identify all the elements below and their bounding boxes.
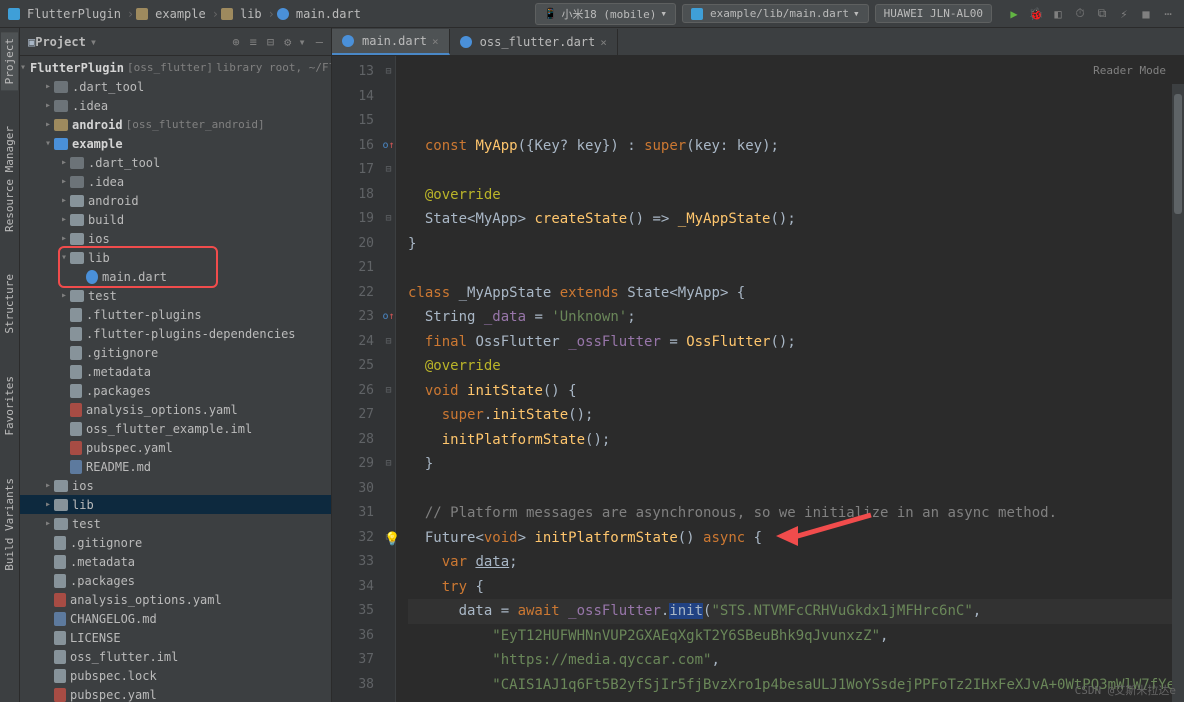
project-header: ▣ Project ▾ ⊕ ≡ ⊟ ⚙ ▾ — bbox=[20, 28, 331, 56]
hot-reload-button[interactable]: ⚡ bbox=[1116, 6, 1132, 22]
line-gutter[interactable]: 1314151617181920212223242526272829303132… bbox=[332, 56, 382, 702]
tree-file[interactable]: pubspec.lock bbox=[20, 666, 331, 685]
breadcrumb-3[interactable]: main.dart bbox=[292, 7, 365, 21]
dart-icon bbox=[277, 8, 289, 20]
tree-folder[interactable]: ▾lib bbox=[20, 248, 331, 267]
tree-file[interactable]: LICENSE bbox=[20, 628, 331, 647]
stop-button[interactable]: ■ bbox=[1138, 6, 1154, 22]
device-selector[interactable]: 📱 小米18 (mobile) ▾ bbox=[535, 3, 676, 25]
tree-folder[interactable]: ▸android [oss_flutter_android] bbox=[20, 115, 331, 134]
main-toolbar: FlutterPlugin › example › lib › main.dar… bbox=[0, 0, 1184, 28]
device-secondary[interactable]: HUAWEI JLN-AL00 bbox=[875, 4, 992, 23]
tree-file[interactable]: oss_flutter.iml bbox=[20, 647, 331, 666]
tree-file[interactable]: .packages bbox=[20, 381, 331, 400]
editor-tab[interactable]: main.dart× bbox=[332, 29, 450, 55]
close-tab-icon[interactable]: × bbox=[600, 36, 607, 49]
tree-folder[interactable]: ▸test bbox=[20, 514, 331, 533]
reader-mode-label[interactable]: Reader Mode bbox=[1093, 64, 1166, 77]
tree-folder[interactable]: ▸lib bbox=[20, 495, 331, 514]
project-panel: ▣ Project ▾ ⊕ ≡ ⊟ ⚙ ▾ — ▾ FlutterPlugin … bbox=[20, 28, 332, 702]
settings-icon[interactable]: ⚙ ▾ bbox=[284, 35, 306, 49]
tree-folder[interactable]: ▾example bbox=[20, 134, 331, 153]
tree-file[interactable]: oss_flutter_example.iml bbox=[20, 419, 331, 438]
hide-panel-icon[interactable]: — bbox=[316, 35, 323, 49]
watermark: CSDN @艾斯米拉达e bbox=[1075, 682, 1176, 698]
tree-file[interactable]: analysis_options.yaml bbox=[20, 400, 331, 419]
select-opened-icon[interactable]: ⊕ bbox=[232, 35, 239, 49]
side-tab-build-variants[interactable]: Build Variants bbox=[1, 472, 18, 577]
editor-area: main.dart×oss_flutter.dart× Reader Mode … bbox=[332, 28, 1184, 702]
run-config-selector[interactable]: example/lib/main.dart ▾ bbox=[682, 4, 869, 23]
folder-icon bbox=[221, 8, 233, 20]
tree-folder[interactable]: ▸.dart_tool bbox=[20, 153, 331, 172]
fold-gutter[interactable]: ⊟ o↑⊟ ⊟ o↑⊟ ⊟ ⊟ ⊟ 💡 bbox=[382, 56, 396, 702]
tree-folder[interactable]: ▸.dart_tool bbox=[20, 77, 331, 96]
tree-file[interactable]: .metadata bbox=[20, 552, 331, 571]
expand-all-icon[interactable]: ≡ bbox=[250, 35, 257, 49]
tree-file[interactable]: .flutter-plugins bbox=[20, 305, 331, 324]
tree-file[interactable]: .flutter-plugins-dependencies bbox=[20, 324, 331, 343]
collapse-all-icon[interactable]: ⊟ bbox=[267, 35, 274, 49]
breadcrumb-2[interactable]: lib bbox=[236, 7, 266, 21]
coverage-button[interactable]: ◧ bbox=[1050, 6, 1066, 22]
side-tab-favorites[interactable]: Favorites bbox=[1, 370, 18, 442]
folder-icon bbox=[136, 8, 148, 20]
tree-root[interactable]: ▾ FlutterPlugin [oss_flutter] library ro… bbox=[20, 58, 331, 77]
tree-file[interactable]: README.md bbox=[20, 457, 331, 476]
breadcrumb-1[interactable]: example bbox=[151, 7, 210, 21]
tree-folder[interactable]: ▸test bbox=[20, 286, 331, 305]
debug-button[interactable]: 🐞 bbox=[1028, 6, 1044, 22]
profile-button[interactable]: ⏱ bbox=[1072, 6, 1088, 22]
code-body[interactable]: const MyApp({Key? key}) : super(key: key… bbox=[396, 56, 1184, 702]
tree-file[interactable]: main.dart bbox=[20, 267, 331, 286]
run-button[interactable]: ▶ bbox=[1006, 6, 1022, 22]
tree-file[interactable]: .gitignore bbox=[20, 533, 331, 552]
side-tab-structure[interactable]: Structure bbox=[1, 268, 18, 340]
more-button[interactable]: ⋯ bbox=[1160, 6, 1176, 22]
vertical-scrollbar[interactable] bbox=[1172, 84, 1184, 702]
tree-file[interactable]: CHANGELOG.md bbox=[20, 609, 331, 628]
side-tab-project[interactable]: Project bbox=[1, 32, 18, 90]
tree-folder[interactable]: ▸ios bbox=[20, 229, 331, 248]
tree-folder[interactable]: ▸.idea bbox=[20, 96, 331, 115]
tree-file[interactable]: .gitignore bbox=[20, 343, 331, 362]
close-tab-icon[interactable]: × bbox=[432, 35, 439, 48]
attach-button[interactable]: ⧉ bbox=[1094, 6, 1110, 22]
tree-folder[interactable]: ▸build bbox=[20, 210, 331, 229]
editor-tabs: main.dart×oss_flutter.dart× bbox=[332, 28, 1184, 56]
tree-file[interactable]: .metadata bbox=[20, 362, 331, 381]
project-tree[interactable]: ▾ FlutterPlugin [oss_flutter] library ro… bbox=[20, 56, 331, 702]
tree-folder[interactable]: ▸ios bbox=[20, 476, 331, 495]
tree-folder[interactable]: ▸android bbox=[20, 191, 331, 210]
tree-file[interactable]: analysis_options.yaml bbox=[20, 590, 331, 609]
tree-file[interactable]: .packages bbox=[20, 571, 331, 590]
tree-file[interactable]: pubspec.yaml bbox=[20, 685, 331, 702]
flutter-icon bbox=[8, 8, 20, 20]
breadcrumb-0[interactable]: FlutterPlugin bbox=[23, 7, 125, 21]
side-tab-resource[interactable]: Resource Manager bbox=[1, 120, 18, 238]
left-tool-strip: Project Resource Manager Structure Favor… bbox=[0, 28, 20, 702]
tree-folder[interactable]: ▸.idea bbox=[20, 172, 331, 191]
editor-tab[interactable]: oss_flutter.dart× bbox=[450, 29, 618, 55]
project-indicator: ▣ bbox=[28, 35, 35, 49]
tree-file[interactable]: pubspec.yaml bbox=[20, 438, 331, 457]
